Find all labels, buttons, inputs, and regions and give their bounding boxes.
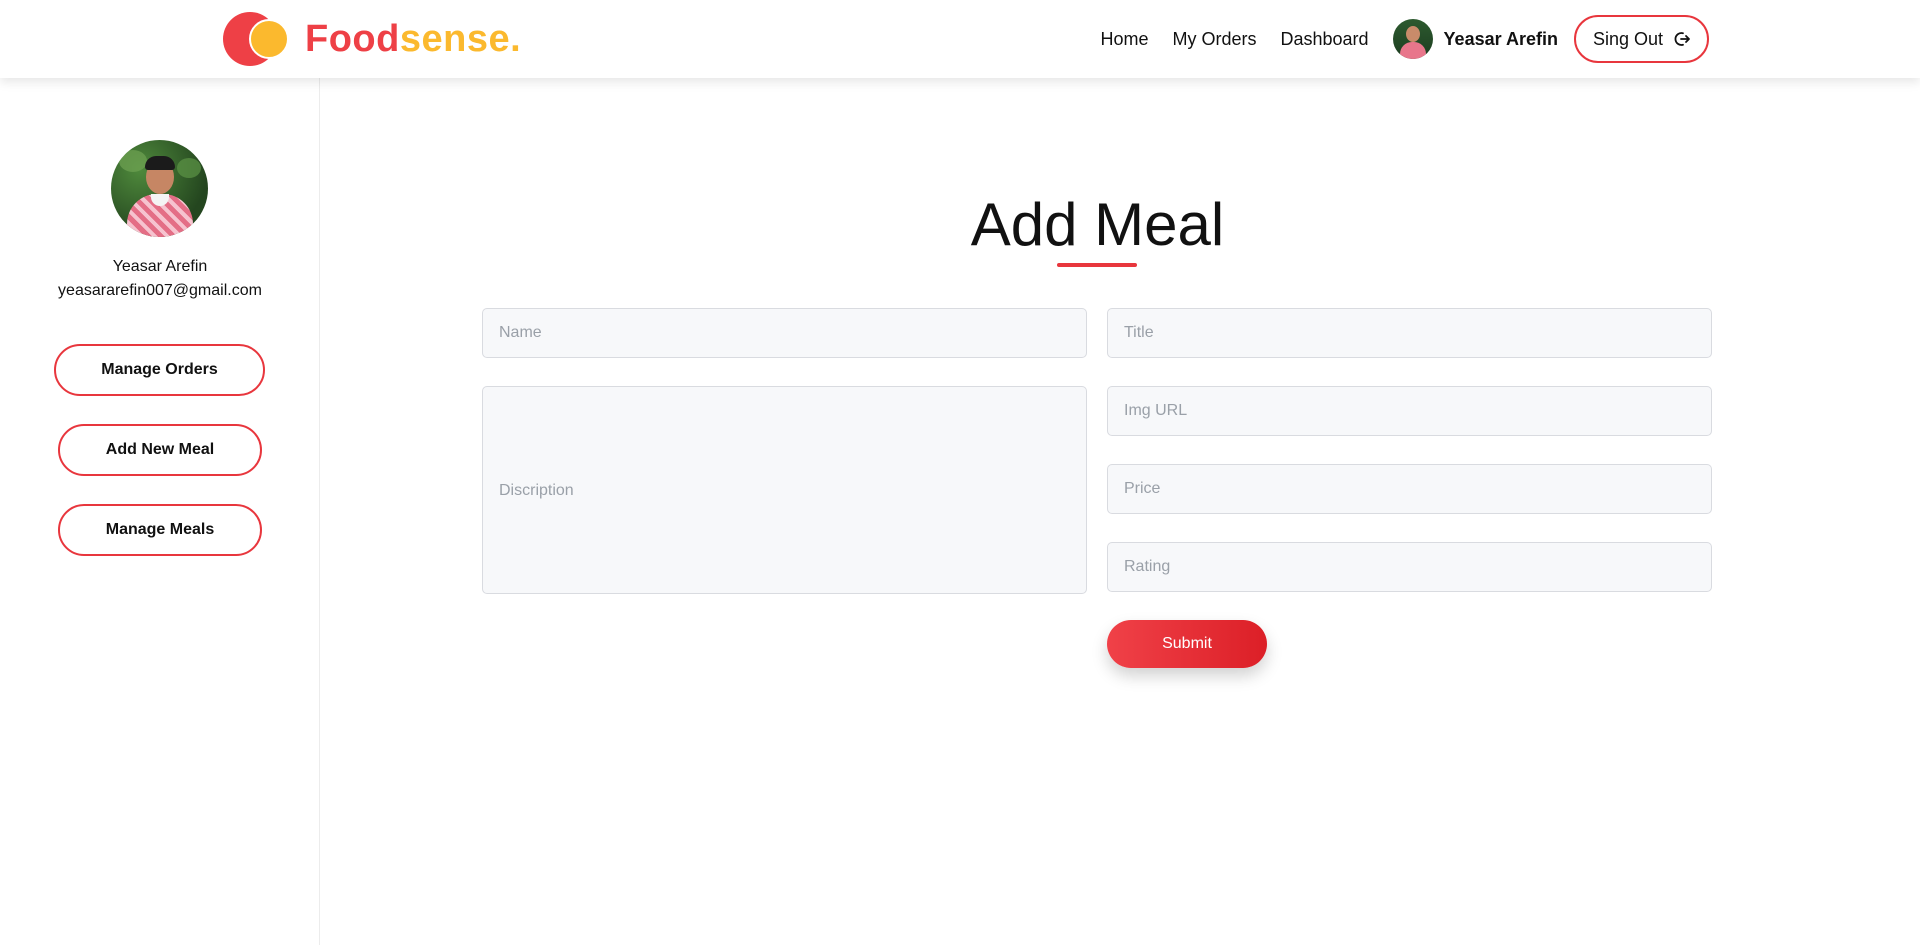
brand-name-part2: sense.: [399, 17, 522, 60]
title-underline: [1057, 263, 1137, 267]
profile-name: Yeasar Arefin: [112, 258, 208, 275]
add-new-meal-button[interactable]: Add New Meal: [58, 424, 262, 476]
logo-icon: [223, 12, 293, 66]
profile-avatar: [111, 140, 208, 237]
brand-logo[interactable]: Foodsense.: [223, 12, 521, 66]
brand-name: Foodsense.: [305, 18, 521, 61]
sign-out-label: Sing Out: [1592, 28, 1663, 49]
submit-button[interactable]: Submit: [1107, 620, 1267, 668]
top-navbar: Foodsense. Home My Orders Dashboard Yeas…: [0, 0, 1920, 78]
nav-home-link[interactable]: Home: [1100, 29, 1148, 50]
manage-meals-button[interactable]: Manage Meals: [58, 504, 262, 556]
description-textarea[interactable]: [482, 386, 1087, 594]
nav-my-orders-link[interactable]: My Orders: [1172, 29, 1256, 50]
img-url-input[interactable]: [1107, 386, 1712, 436]
manage-orders-button[interactable]: Manage Orders: [54, 344, 265, 396]
page-title: Add Meal: [970, 191, 1225, 258]
user-profile[interactable]: Yeasar Arefin: [1392, 19, 1558, 59]
main-nav: Home My Orders Dashboard Yeasar Arefin S…: [1100, 15, 1709, 63]
rating-input[interactable]: [1107, 542, 1712, 592]
brand-name-part1: Food: [305, 17, 400, 60]
sign-out-button[interactable]: Sing Out: [1573, 15, 1709, 63]
profile-email: yeasararefin007@gmail.com: [58, 282, 262, 299]
title-input[interactable]: [1107, 308, 1712, 358]
nav-dashboard-link[interactable]: Dashboard: [1280, 29, 1368, 50]
price-input[interactable]: [1107, 464, 1712, 514]
sign-out-icon: [1674, 32, 1690, 46]
user-name: Yeasar Arefin: [1443, 28, 1558, 49]
name-input[interactable]: [482, 308, 1087, 358]
user-avatar: [1392, 19, 1433, 59]
dashboard-sidebar: Yeasar Arefin yeasararefin007@gmail.com …: [0, 78, 320, 945]
